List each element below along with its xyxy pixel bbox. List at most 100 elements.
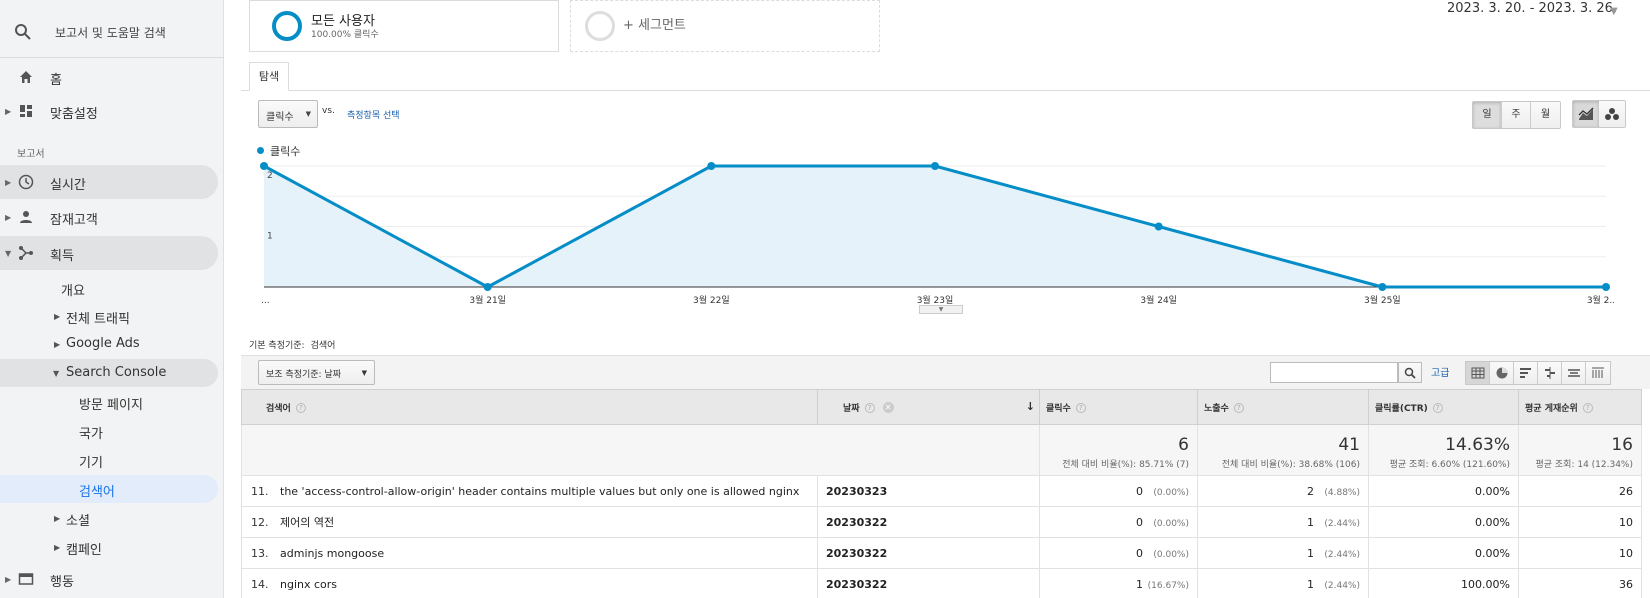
- sidebar-item-home[interactable]: 홈: [0, 60, 218, 94]
- totals-value: 41: [1338, 435, 1360, 455]
- sidebar-item-audience[interactable]: ▶ 잠재고객: [0, 200, 218, 234]
- totals-detail: 평균 조회: 14 (12.34%): [1535, 460, 1633, 470]
- date-range[interactable]: 2023. 3. 20. - 2023. 3. 26.: [1447, 1, 1617, 16]
- table-row: 14. nginx cors 20230322 1 (16.67%) 1 (2.44%…: [241, 568, 1642, 598]
- column-header-position[interactable]: 평균 게재순위?: [1518, 389, 1642, 425]
- sidebar-item-label: 소셜: [66, 514, 90, 529]
- primary-dimension-value[interactable]: 검색어: [311, 341, 336, 351]
- date-cell[interactable]: 20230322: [817, 537, 1040, 569]
- help-icon[interactable]: ?: [1233, 402, 1244, 413]
- column-header-label: 노출수: [1204, 403, 1229, 414]
- help-icon[interactable]: ?: [1075, 402, 1086, 413]
- table-search-input[interactable]: [1270, 362, 1398, 383]
- segment-subtitle: 100.00% 클릭수: [311, 30, 379, 40]
- column-header-query[interactable]: 검색어?: [241, 389, 818, 425]
- sidebar-item-landing-pages[interactable]: 방문 페이지: [0, 388, 218, 416]
- sidebar-item-realtime[interactable]: ▶ 실시간: [0, 165, 218, 199]
- column-header-label: 평균 게재순위: [1525, 403, 1578, 414]
- person-icon: [18, 209, 36, 225]
- secondary-dimension-label: 보조 측정기준: 날짜: [266, 370, 341, 380]
- comparison-view-icon[interactable]: [1538, 362, 1562, 384]
- sidebar-item-countries[interactable]: 국가: [0, 417, 218, 445]
- select-metric-link[interactable]: 측정항목 선택: [347, 108, 400, 121]
- behavior-icon: [18, 571, 36, 587]
- add-segment-button[interactable]: + 세그먼트: [570, 0, 880, 52]
- sidebar-item-overview[interactable]: 개요: [0, 274, 218, 302]
- impressions-value: 2: [1307, 484, 1314, 498]
- ctr-cell: 100.00%: [1368, 568, 1519, 598]
- tab-explore[interactable]: 탐색: [249, 62, 289, 91]
- sidebar-search[interactable]: 보고서 및 도움말 검색: [0, 8, 224, 58]
- sidebar-item-acquisition[interactable]: ▼ 획득: [0, 236, 218, 270]
- line-chart: 21... 3월 21일 3월 22일 3월 23일 3월 24일 3월 25일 3월 2.…: [260, 162, 1614, 306]
- help-icon[interactable]: ?: [1582, 402, 1593, 413]
- help-icon[interactable]: ?: [864, 402, 875, 413]
- caret-right-icon: ▶: [5, 107, 12, 116]
- query-link[interactable]: nginx cors: [280, 578, 337, 591]
- sidebar-item-campaigns[interactable]: ▶ 캠페인: [0, 533, 218, 561]
- metric-select[interactable]: 클릭수 ▼: [258, 100, 318, 128]
- search-icon: [14, 23, 32, 45]
- column-header-clicks[interactable]: 클릭수?: [1039, 389, 1198, 425]
- chart-expand-handle[interactable]: ▼: [919, 305, 963, 314]
- sidebar-item-social[interactable]: ▶ 소셜: [0, 504, 218, 532]
- table-view-icon[interactable]: [1466, 362, 1490, 384]
- secondary-dimension-select[interactable]: 보조 측정기준: 날짜 ▼: [258, 360, 375, 385]
- vs-label: vs.: [322, 106, 335, 116]
- row-number: 14.: [251, 577, 269, 591]
- remove-dimension-icon[interactable]: ✕: [882, 401, 894, 413]
- granularity-day-button[interactable]: 일: [1473, 102, 1502, 128]
- line-chart-icon[interactable]: [1573, 101, 1599, 127]
- position-cell: 36: [1518, 568, 1642, 598]
- clicks-percent: (0.00%): [1153, 518, 1189, 529]
- pie-view-icon[interactable]: [1490, 362, 1514, 384]
- primary-dimension: 기본 측정기준: 검색어: [249, 338, 335, 351]
- clicks-cell: 0 (0.00%): [1039, 537, 1198, 569]
- term-cloud-view-icon[interactable]: [1562, 362, 1586, 384]
- query-link[interactable]: the 'access-control-allow-origin' header…: [280, 485, 799, 498]
- date-cell[interactable]: 20230323: [817, 475, 1040, 507]
- help-icon[interactable]: ?: [1432, 402, 1443, 413]
- date-cell[interactable]: 20230322: [817, 506, 1040, 538]
- date-cell[interactable]: 20230322: [817, 568, 1040, 598]
- row-number: 13.: [251, 546, 269, 560]
- granularity-week-button[interactable]: 주: [1502, 102, 1531, 128]
- sidebar-item-label: Search Console: [66, 365, 167, 380]
- caret-right-icon: ▶: [54, 543, 61, 552]
- chevron-down-icon[interactable]: ▼: [1610, 6, 1618, 17]
- totals-spacer: [241, 424, 1040, 476]
- sidebar-item-customization[interactable]: ▶ 맞춤설정: [0, 94, 218, 128]
- motion-chart-icon[interactable]: [1599, 101, 1625, 127]
- search-placeholder: 보고서 및 도움말 검색: [55, 26, 166, 40]
- table-row: 12. 제어의 역전 20230322 0 (0.00%) 1 (2.44%) 0.0…: [241, 506, 1642, 538]
- totals-clicks: 6 전체 대비 비율(%): 85.71% (7): [1039, 424, 1198, 476]
- column-header-ctr[interactable]: 클릭률(CTR)?: [1368, 389, 1519, 425]
- granularity-month-button[interactable]: 월: [1531, 102, 1560, 128]
- sidebar-item-queries[interactable]: 검색어: [0, 475, 218, 503]
- advanced-filter-link[interactable]: 고급: [1431, 364, 1449, 379]
- sidebar-item-label: 전체 트래픽: [66, 312, 130, 327]
- help-icon[interactable]: ?: [295, 402, 306, 413]
- query-cell: 13. adminjs mongoose: [241, 537, 818, 569]
- sidebar-item-google-ads[interactable]: ▶ Google Ads: [0, 330, 218, 358]
- column-header-date[interactable]: 날짜? ✕ ↓: [817, 389, 1040, 425]
- query-link[interactable]: adminjs mongoose: [280, 547, 384, 560]
- totals-value: 16: [1611, 435, 1633, 455]
- column-header-impressions[interactable]: 노출수?: [1197, 389, 1369, 425]
- performance-view-icon[interactable]: [1514, 362, 1538, 384]
- caret-right-icon: ▶: [5, 213, 12, 222]
- sidebar-item-all-traffic[interactable]: ▶ 전체 트래픽: [0, 302, 218, 330]
- sidebar-item-search-console[interactable]: ▼ Search Console: [0, 359, 218, 387]
- sort-arrow-down-icon[interactable]: ↓: [1026, 400, 1035, 413]
- y-tick-label: 2: [267, 171, 273, 181]
- sidebar-item-behavior[interactable]: ▶ 행동: [0, 562, 218, 596]
- data-point: [931, 162, 939, 170]
- sidebar-item-devices[interactable]: 기기: [0, 446, 218, 474]
- search-icon[interactable]: [1398, 362, 1422, 383]
- x-tick-label: ...: [261, 296, 270, 306]
- segment-all-users[interactable]: 모든 사용자 100.00% 클릭수: [249, 0, 559, 52]
- clicks-cell: 1 (16.67%): [1039, 568, 1198, 598]
- sidebar-item-label: 기기: [79, 456, 103, 471]
- query-link[interactable]: 제어의 역전: [280, 516, 334, 529]
- pivot-view-icon[interactable]: [1586, 362, 1610, 384]
